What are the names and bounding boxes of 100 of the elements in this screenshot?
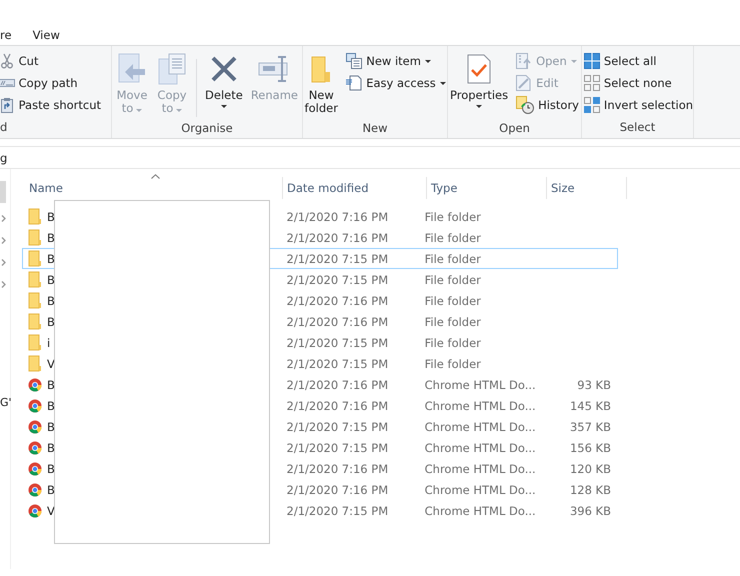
folder-icon [28, 313, 42, 330]
file-row[interactable]: B 2/1/2020 7:16 PM File folder [22, 290, 618, 311]
size-cell: 357 KB [570, 420, 611, 434]
ribbon-button[interactable]: Paste shortcut [0, 95, 103, 115]
type-cell: Chrome HTML Do... [424, 398, 536, 412]
date-cell: 2/1/2020 7:16 PM [286, 294, 388, 308]
group-label: Organise [180, 121, 234, 137]
folder-icon [28, 250, 42, 267]
file-name: B [47, 482, 55, 496]
rename-icon [258, 53, 290, 85]
new-item-icon [346, 53, 362, 69]
date-cell: 2/1/2020 7:15 PM [286, 504, 388, 518]
ribbon-button[interactable]: Select all [582, 51, 696, 71]
file-row[interactable]: B 2/1/2020 7:16 PM Chrome HTML Do... 120 KB [22, 458, 618, 479]
select-all-icon [584, 53, 600, 69]
date-cell: 2/1/2020 7:16 PM [286, 378, 388, 392]
browser-icon [28, 398, 42, 412]
file-row[interactable]: B 2/1/2020 7:15 PM Chrome HTML Do... 156 KB [22, 437, 618, 458]
type-cell: Chrome HTML Do... [424, 482, 536, 496]
ribbon-button[interactable]: Cut [0, 51, 103, 71]
history-icon [516, 96, 534, 114]
type-cell: File folder [424, 230, 481, 244]
ribbon-button[interactable]: New item [344, 51, 448, 71]
ribbon-button[interactable]: History [514, 95, 581, 115]
easy-access-icon [346, 75, 362, 91]
edit-icon [516, 75, 532, 91]
group-label: Open [498, 121, 531, 137]
file-name: B [47, 440, 55, 454]
file-name: B [47, 272, 55, 286]
type-cell: Chrome HTML Do... [424, 462, 536, 476]
file-name: B [47, 420, 55, 434]
file-name: V [47, 504, 55, 518]
size-cell: 120 KB [570, 462, 611, 476]
column-header[interactable]: Date modified [283, 177, 427, 199]
type-cell: Chrome HTML Do... [424, 420, 536, 434]
file-row[interactable]: B 2/1/2020 7:16 PM File folder [22, 227, 618, 248]
size-cell: 145 KB [570, 398, 611, 412]
nav-item[interactable]: G' [0, 396, 12, 409]
ribbon-button[interactable]: Copy path [0, 73, 103, 93]
type-cell: File folder [424, 272, 481, 286]
file-name: B [47, 230, 55, 244]
date-cell: 2/1/2020 7:15 PM [286, 336, 388, 350]
size-cell: 128 KB [570, 482, 611, 496]
file-row[interactable]: V 2/1/2020 7:15 PM Chrome HTML Do... 396 KB [22, 500, 618, 521]
file-row[interactable]: B 2/1/2020 7:16 PM Chrome HTML Do... 128 KB [22, 479, 618, 500]
file-name: B [47, 294, 55, 308]
ribbon-button[interactable]: New folder [302, 51, 340, 121]
type-cell: Chrome HTML Do... [424, 378, 536, 392]
ribbon-tab[interactable]: View [32, 25, 60, 45]
date-cell: 2/1/2020 7:15 PM [286, 356, 388, 370]
column-header[interactable]: Type [427, 177, 547, 199]
date-cell: 2/1/2020 7:15 PM [286, 420, 388, 434]
date-cell: 2/1/2020 7:16 PM [286, 314, 388, 328]
date-cell: 2/1/2020 7:15 PM [286, 252, 388, 266]
file-row[interactable]: B 2/1/2020 7:15 PM Chrome HTML Do... 357 KB [22, 416, 618, 437]
invert-selection-icon [584, 97, 600, 113]
file-name: B [47, 398, 55, 412]
column-header[interactable]: Size [547, 177, 627, 199]
address-bar[interactable]: g [0, 150, 8, 164]
file-name: i [47, 336, 50, 350]
browser-icon [28, 462, 42, 476]
size-cell: 156 KB [570, 440, 611, 454]
file-name: B [47, 252, 55, 266]
file-row[interactable]: B 2/1/2020 7:16 PM File folder [22, 206, 618, 227]
date-cell: 2/1/2020 7:16 PM [286, 230, 388, 244]
group-label: d [0, 120, 8, 136]
scrollbar-thumb[interactable] [0, 181, 6, 203]
folder-icon [28, 208, 42, 225]
column-header[interactable]: Name [25, 177, 283, 199]
file-row[interactable]: B 2/1/2020 7:15 PM File folder [22, 269, 618, 290]
file-row[interactable]: B 2/1/2020 7:16 PM Chrome HTML Do... 93 KB [22, 374, 618, 395]
ribbon-button[interactable]: Invert selection [582, 95, 696, 115]
file-row[interactable]: V 2/1/2020 7:15 PM File folder [22, 353, 618, 374]
date-cell: 2/1/2020 7:15 PM [286, 272, 388, 286]
file-row[interactable]: i 2/1/2020 7:15 PM File folder [22, 332, 618, 353]
size-cell: 93 KB [577, 378, 611, 392]
properties-icon [467, 53, 492, 85]
date-cell: 2/1/2020 7:16 PM [286, 210, 388, 224]
ribbon-tab[interactable]: re [0, 25, 12, 45]
type-cell: File folder [424, 356, 481, 370]
date-cell: 2/1/2020 7:16 PM [286, 398, 388, 412]
file-row[interactable]: B 2/1/2020 7:16 PM File folder [22, 311, 618, 332]
browser-icon [28, 482, 42, 496]
type-cell: File folder [424, 252, 481, 266]
file-row[interactable]: B 2/1/2020 7:16 PM Chrome HTML Do... 145 KB [22, 395, 618, 416]
folder-icon [28, 334, 42, 351]
open-icon [516, 53, 532, 69]
folder-icon [28, 292, 42, 309]
group-label: Select [618, 120, 656, 136]
copy-icon [158, 53, 186, 85]
ribbon-button[interactable]: Delete [202, 51, 246, 121]
ribbon-button[interactable]: Select none [582, 73, 696, 93]
ribbon-button[interactable]: Easy access [344, 73, 448, 93]
size-cell: 396 KB [570, 504, 611, 518]
browser-icon [28, 420, 42, 434]
type-cell: Chrome HTML Do... [424, 504, 536, 518]
ribbon-button[interactable]: Properties [448, 51, 510, 121]
date-cell: 2/1/2020 7:16 PM [286, 482, 388, 496]
file-name: V [47, 356, 55, 370]
file-name: B [47, 210, 55, 224]
